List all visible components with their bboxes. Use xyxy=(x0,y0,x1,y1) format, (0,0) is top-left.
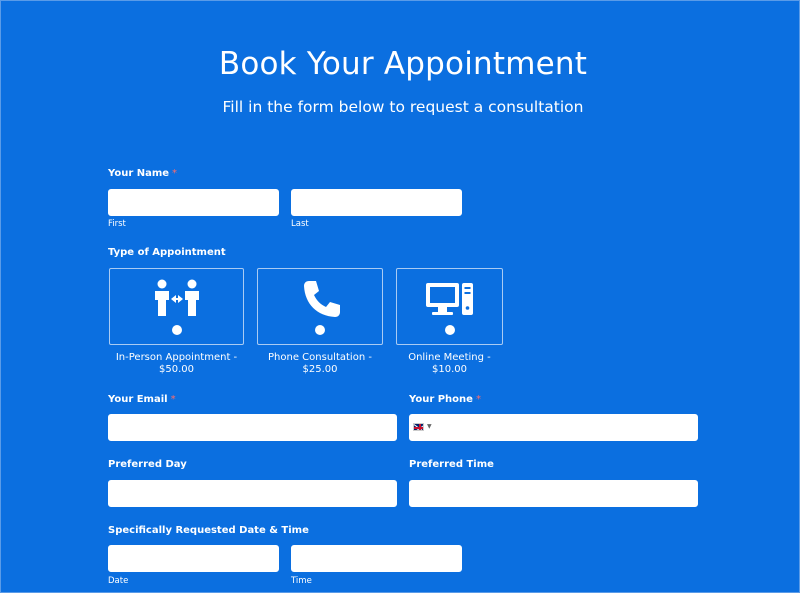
requested-time-input[interactable] xyxy=(291,545,462,572)
phone-option-label: Phone Consultation - $25.00 xyxy=(268,352,372,375)
email-input[interactable] xyxy=(108,414,397,441)
requested-date-input[interactable] xyxy=(108,545,279,572)
phone-input[interactable] xyxy=(409,414,698,441)
preferred-time-label: Preferred Time xyxy=(409,459,494,470)
last-name-sublabel: Last xyxy=(291,219,309,229)
first-name-sublabel: First xyxy=(108,219,126,229)
name-label: Your Name * xyxy=(108,168,177,179)
required-mark: * xyxy=(172,168,178,179)
last-name-input[interactable] xyxy=(291,189,462,216)
email-label: Your Email * xyxy=(108,394,176,405)
appointment-option-in-person[interactable] xyxy=(109,268,244,345)
phone-label-text: Your Phone xyxy=(409,394,473,405)
name-label-text: Your Name xyxy=(108,168,170,179)
online-option-label: Online Meeting - $10.00 xyxy=(408,352,491,375)
computer-icon xyxy=(425,283,473,315)
email-label-text: Your Email xyxy=(108,394,168,405)
preferred-day-label: Preferred Day xyxy=(108,459,187,470)
in-person-icon xyxy=(154,279,199,316)
date-sublabel: Date xyxy=(108,576,129,586)
page-title: Book Your Appointment xyxy=(218,46,588,82)
first-name-input[interactable] xyxy=(108,189,279,216)
requested-datetime-label: Specifically Requested Date & Time xyxy=(108,525,309,536)
required-mark: * xyxy=(475,394,481,405)
online-radio[interactable] xyxy=(444,325,455,335)
time-sublabel: Time xyxy=(291,576,312,586)
uk-flag-icon[interactable] xyxy=(413,423,424,431)
phone-radio[interactable] xyxy=(315,325,325,335)
page-subtitle: Fill in the form below to request a cons… xyxy=(222,98,584,116)
preferred-day-input[interactable] xyxy=(108,480,397,507)
appointment-option-online[interactable] xyxy=(396,268,503,345)
phone-label: Your Phone * xyxy=(409,394,481,405)
appointment-option-phone[interactable] xyxy=(257,268,383,345)
in-person-radio[interactable] xyxy=(171,325,182,335)
preferred-time-input[interactable] xyxy=(409,480,698,507)
phone-icon xyxy=(304,281,340,317)
appointment-type-label: Type of Appointment xyxy=(108,247,226,258)
chevron-down-icon[interactable]: ▼ xyxy=(427,423,432,430)
required-mark: * xyxy=(170,394,176,405)
in-person-option-label: In-Person Appointment - $50.00 xyxy=(115,352,238,375)
